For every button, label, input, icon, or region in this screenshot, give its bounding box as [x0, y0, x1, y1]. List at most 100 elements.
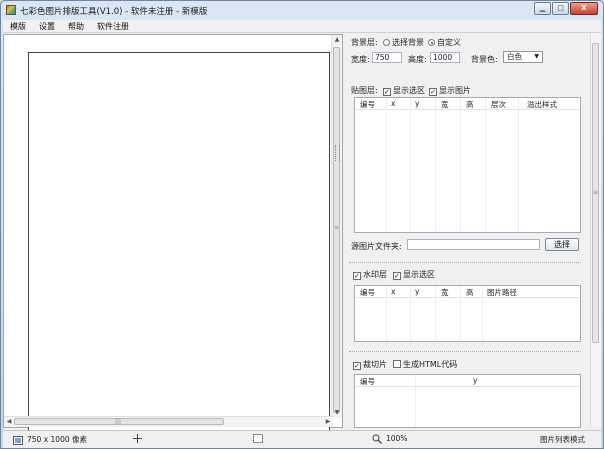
scroll-up-arrow-icon[interactable]: ▲: [332, 35, 342, 45]
column-divider: [410, 286, 411, 341]
radio-selected-icon: [428, 39, 435, 46]
app-window: 七彩色图片排版工具(V1.0) - 软件未注册 - 新模版 ▁ □ X 模版 设…: [0, 0, 604, 449]
column-divider: [460, 98, 461, 232]
maximize-button[interactable]: □: [552, 2, 569, 15]
checkbox-checked-icon: ✓: [383, 88, 391, 96]
radio-custom-background[interactable]: 自定义: [428, 37, 461, 48]
close-button[interactable]: X: [570, 2, 598, 15]
checkbox-checked-icon: ✓: [353, 362, 361, 370]
background-layer-label: 背景层:: [351, 38, 378, 47]
panel-scroll-thumb[interactable]: ≡: [592, 43, 599, 343]
scroll-down-arrow-icon[interactable]: ▼: [332, 408, 342, 418]
image-size-icon: [13, 435, 23, 445]
column-divider: [386, 98, 387, 232]
col-y[interactable]: y: [473, 376, 477, 385]
col-id[interactable]: 编号: [360, 376, 375, 387]
paste-layer-table[interactable]: 编号 x y 宽 高 层次 溢出样式: [354, 97, 581, 233]
menu-help[interactable]: 帮助: [61, 21, 90, 32]
column-divider: [435, 286, 436, 341]
caption-buttons: ▁ □ X: [533, 2, 598, 15]
col-level[interactable]: 层次: [491, 99, 506, 110]
height-label: 高度:: [408, 55, 427, 64]
col-y[interactable]: y: [415, 287, 419, 296]
column-divider: [482, 286, 483, 341]
col-id[interactable]: 编号: [360, 287, 375, 298]
column-divider: [460, 286, 461, 341]
watermark-layer-checkbox[interactable]: ✓ 水印层: [353, 269, 387, 280]
menu-template[interactable]: 模版: [3, 21, 32, 32]
source-folder-label: 源图片文件夹:: [351, 242, 402, 251]
selection-tool-icon[interactable]: [253, 434, 263, 445]
window-title: 七彩色图片排版工具(V1.0) - 软件未注册 - 新模版: [20, 7, 208, 17]
checkbox-checked-icon: ✓: [353, 272, 361, 280]
panel-splitter[interactable]: [335, 145, 340, 161]
column-divider: [485, 98, 486, 232]
paste-show-image-checkbox[interactable]: ✓ 显示图片: [429, 85, 471, 96]
col-height[interactable]: 高: [466, 287, 474, 298]
width-label: 宽度:: [351, 55, 370, 64]
watermark-table[interactable]: 编号 x y 宽 高 图片路径: [354, 285, 581, 342]
checkbox-checked-icon: ✓: [429, 88, 437, 96]
minimize-button[interactable]: ▁: [534, 2, 551, 15]
width-input[interactable]: 750: [372, 52, 402, 63]
move-crosshair-icon[interactable]: [133, 434, 142, 445]
canvas-horizontal-scroll-thumb[interactable]: |||: [14, 418, 224, 425]
magnifier-icon: [372, 434, 382, 444]
slices-checkbox[interactable]: ✓ 裁切片: [353, 359, 387, 370]
watermark-show-selection-checkbox[interactable]: ✓ 显示选区: [393, 269, 435, 280]
scroll-right-arrow-icon[interactable]: ▶: [323, 417, 333, 427]
scroll-left-arrow-icon[interactable]: ◀: [4, 417, 14, 427]
slices-table-header: 编号 y: [355, 375, 580, 387]
slices-table[interactable]: 编号 y: [354, 374, 581, 428]
zoom-status[interactable]: 100%: [372, 434, 407, 444]
paste-show-selection-checkbox[interactable]: ✓ 显示选区: [383, 85, 425, 96]
column-divider: [386, 286, 387, 341]
canvas-viewport[interactable]: ▲ ≡ ▼ ◀ ||| ▶: [3, 34, 343, 434]
checkbox-checked-icon: ✓: [393, 272, 401, 280]
col-width[interactable]: 宽: [441, 99, 449, 110]
col-y[interactable]: y: [415, 99, 419, 108]
menu-settings[interactable]: 设置: [32, 21, 61, 32]
grip-icon: ≡: [593, 189, 599, 196]
background-color-label: 背景色:: [471, 55, 498, 64]
menu-register[interactable]: 软件注册: [90, 21, 135, 32]
status-bar: 750 x 1000 像素 100% 图片列表模式: [3, 430, 601, 448]
selection-icon: [253, 434, 263, 443]
grip-icon: ≡: [334, 224, 340, 231]
chevron-down-icon: ▼: [534, 53, 539, 60]
client-area: ▲ ≡ ▼ ◀ ||| ▶ 背景层: 选择背景 自定义 宽度: 750 高度: …: [3, 33, 601, 434]
title-bar[interactable]: 七彩色图片排版工具(V1.0) - 软件未注册 - 新模版 ▁ □ X: [1, 1, 603, 20]
radio-select-background[interactable]: 选择背景: [383, 37, 424, 48]
height-input[interactable]: 1000: [430, 52, 460, 63]
app-icon: [6, 5, 16, 15]
canvas-vertical-scrollbar[interactable]: ▲ ≡ ▼: [331, 35, 342, 418]
paste-layer-label: 贴图层:: [351, 86, 378, 95]
col-height[interactable]: 高: [466, 99, 474, 110]
col-overflow-style[interactable]: 溢出样式: [527, 99, 557, 110]
canvas-size-status: 750 x 1000 像素: [13, 434, 87, 445]
col-x[interactable]: x: [391, 99, 395, 108]
generate-html-checkbox[interactable]: 生成HTML代码: [393, 359, 457, 370]
col-image-path[interactable]: 图片路径: [487, 287, 517, 298]
checkbox-unchecked-icon: [393, 360, 401, 368]
column-divider: [410, 98, 411, 232]
panel-vertical-scrollbar[interactable]: ≡: [590, 33, 601, 428]
watermark-table-header: 编号 x y 宽 高 图片路径: [355, 286, 580, 298]
source-folder-input[interactable]: [407, 239, 540, 250]
paste-layer-table-header: 编号 x y 宽 高 层次 溢出样式: [355, 98, 580, 110]
column-divider: [518, 98, 519, 232]
canvas-vertical-scroll-thumb[interactable]: ≡: [333, 47, 340, 413]
choose-folder-button[interactable]: 选择: [545, 238, 579, 251]
canvas-page[interactable]: [28, 52, 330, 434]
background-color-select[interactable]: 白色 ▼: [503, 51, 543, 63]
canvas-horizontal-scrollbar[interactable]: ◀ ||| ▶: [4, 416, 333, 427]
col-id[interactable]: 编号: [360, 99, 375, 110]
menu-bar: 模版 设置 帮助 软件注册: [3, 20, 601, 33]
column-divider: [435, 98, 436, 232]
grip-icon: |||: [115, 418, 122, 425]
view-mode-status[interactable]: 图片列表模式: [540, 434, 585, 445]
col-width[interactable]: 宽: [441, 287, 449, 298]
crosshair-icon: [133, 434, 142, 443]
section-divider: [349, 351, 581, 352]
col-x[interactable]: x: [391, 287, 395, 296]
